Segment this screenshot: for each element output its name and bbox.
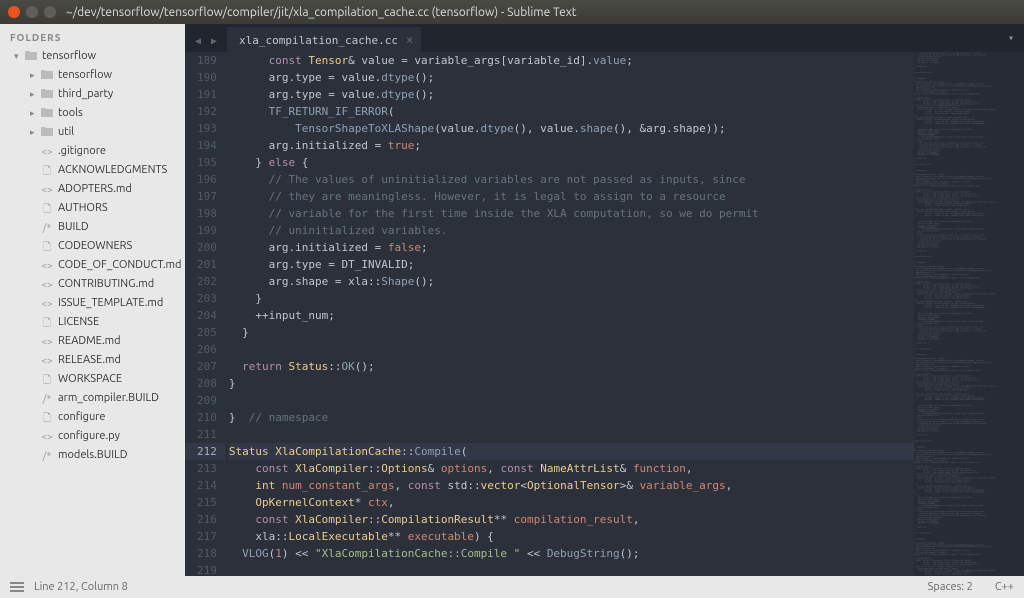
tab-active[interactable]: xla_compilation_cache.cc × <box>227 27 421 52</box>
file-icon: <> <box>40 181 54 198</box>
item-label: util <box>58 124 74 141</box>
file-icon: 🗋 <box>40 371 54 388</box>
folder-icon <box>40 67 54 84</box>
tab-overflow-icon[interactable]: ▾ <box>1002 29 1020 48</box>
folder-icon <box>40 86 54 103</box>
editor-area: ◀ ▶ xla_compilation_cache.cc × ▾ 1891901… <box>185 24 1024 576</box>
folder-icon <box>40 124 54 141</box>
folder-item[interactable]: ▸ third_party <box>0 85 185 104</box>
file-icon: 🗋 <box>40 200 54 217</box>
folder-item[interactable]: ▸ tensorflow <box>0 66 185 85</box>
tab-bar: ◀ ▶ xla_compilation_cache.cc × ▾ <box>185 24 1024 52</box>
item-label: README.md <box>58 333 121 350</box>
file-item[interactable]: <>README.md <box>0 332 185 351</box>
item-label: BUILD <box>58 219 89 236</box>
item-label: WORKSPACE <box>58 371 122 388</box>
folder-icon <box>24 48 38 65</box>
file-icon: 🗋 <box>40 409 54 426</box>
code-container: 1891901911921931941951961971981992002012… <box>185 52 1024 576</box>
file-icon: /* <box>40 219 54 236</box>
item-label: models.BUILD <box>58 447 127 464</box>
file-icon: <> <box>40 295 54 312</box>
item-label: third_party <box>58 86 113 103</box>
file-icon: <> <box>40 333 54 350</box>
status-bar: Line 212, Column 8 Spaces: 2 C++ <box>0 576 1024 598</box>
file-item[interactable]: 🗋WORKSPACE <box>0 370 185 389</box>
nav-back-button[interactable]: ◀ <box>191 34 205 48</box>
item-label: ADOPTERS.md <box>58 181 132 198</box>
file-icon: <> <box>40 352 54 369</box>
menu-icon[interactable] <box>10 582 24 592</box>
file-icon: <> <box>40 143 54 160</box>
syntax-setting[interactable]: C++ <box>995 581 1014 593</box>
item-label: CONTRIBUTING.md <box>58 276 154 293</box>
file-icon: 🗋 <box>40 162 54 179</box>
item-label: tools <box>58 105 83 122</box>
file-item[interactable]: <>ADOPTERS.md <box>0 180 185 199</box>
folder-item[interactable]: ▾ tensorflow <box>0 47 185 66</box>
folder-item[interactable]: ▸ util <box>0 123 185 142</box>
file-item[interactable]: <>configure.py <box>0 427 185 446</box>
item-label: configure <box>58 409 106 426</box>
folder-item[interactable]: ▸ tools <box>0 104 185 123</box>
file-item[interactable]: /*arm_compiler.BUILD <box>0 389 185 408</box>
file-icon: 🗋 <box>40 238 54 255</box>
minimize-window-button[interactable] <box>26 6 38 18</box>
file-icon: <> <box>40 257 54 274</box>
cursor-position[interactable]: Line 212, Column 8 <box>34 581 128 593</box>
item-label: ACKNOWLEDGMENTS <box>58 162 167 179</box>
item-label: RELEASE.md <box>58 352 121 369</box>
item-label: tensorflow <box>42 48 96 65</box>
item-label: .gitignore <box>58 143 106 160</box>
line-number-gutter[interactable]: 1891901911921931941951961971981992002012… <box>185 52 225 576</box>
window-controls <box>8 6 56 18</box>
file-item[interactable]: /*BUILD <box>0 218 185 237</box>
disclosure-icon: ▸ <box>30 105 40 122</box>
file-item[interactable]: /*models.BUILD <box>0 446 185 465</box>
tab-close-icon[interactable]: × <box>406 33 413 47</box>
close-window-button[interactable] <box>8 6 20 18</box>
file-icon: <> <box>40 276 54 293</box>
folder-tree: ▾tensorflow▸tensorflow▸third_party▸tools… <box>0 47 185 465</box>
item-label: AUTHORS <box>58 200 108 217</box>
file-item[interactable]: 🗋AUTHORS <box>0 199 185 218</box>
folder-icon <box>40 105 54 122</box>
file-icon: 🗋 <box>40 314 54 331</box>
item-label: LICENSE <box>58 314 99 331</box>
sidebar-header: FOLDERS <box>0 30 185 47</box>
disclosure-icon: ▾ <box>14 48 24 65</box>
indent-setting[interactable]: Spaces: 2 <box>928 581 973 593</box>
file-item[interactable]: 🗋CODEOWNERS <box>0 237 185 256</box>
minimap[interactable]: const Tensor&amp; value = variable_args[… <box>914 52 1024 576</box>
file-item[interactable]: <>ISSUE_TEMPLATE.md <box>0 294 185 313</box>
tab-label: xla_compilation_cache.cc <box>239 34 398 47</box>
file-icon: /* <box>40 390 54 407</box>
maximize-window-button[interactable] <box>44 6 56 18</box>
sidebar: FOLDERS ▾tensorflow▸tensorflow▸third_par… <box>0 24 185 576</box>
item-label: configure.py <box>58 428 120 445</box>
window-titlebar: ~/dev/tensorflow/tensorflow/compiler/jit… <box>0 0 1024 24</box>
file-item[interactable]: <>RELEASE.md <box>0 351 185 370</box>
file-item[interactable]: <>CODE_OF_CONDUCT.md <box>0 256 185 275</box>
item-label: ISSUE_TEMPLATE.md <box>58 295 163 312</box>
item-label: CODE_OF_CONDUCT.md <box>58 257 181 274</box>
disclosure-icon: ▸ <box>30 86 40 103</box>
item-label: CODEOWNERS <box>58 238 132 255</box>
file-item[interactable]: 🗋LICENSE <box>0 313 185 332</box>
file-item[interactable]: 🗋configure <box>0 408 185 427</box>
file-item[interactable]: 🗋ACKNOWLEDGMENTS <box>0 161 185 180</box>
code-editor[interactable]: const Tensor& value = variable_args[vari… <box>225 52 914 576</box>
file-icon: <> <box>40 428 54 445</box>
file-item[interactable]: <>.gitignore <box>0 142 185 161</box>
disclosure-icon: ▸ <box>30 67 40 84</box>
item-label: tensorflow <box>58 67 112 84</box>
nav-forward-button[interactable]: ▶ <box>207 34 221 48</box>
file-item[interactable]: <>CONTRIBUTING.md <box>0 275 185 294</box>
item-label: arm_compiler.BUILD <box>58 390 159 407</box>
window-title: ~/dev/tensorflow/tensorflow/compiler/jit… <box>66 6 577 19</box>
disclosure-icon: ▸ <box>30 124 40 141</box>
file-icon: /* <box>40 447 54 464</box>
